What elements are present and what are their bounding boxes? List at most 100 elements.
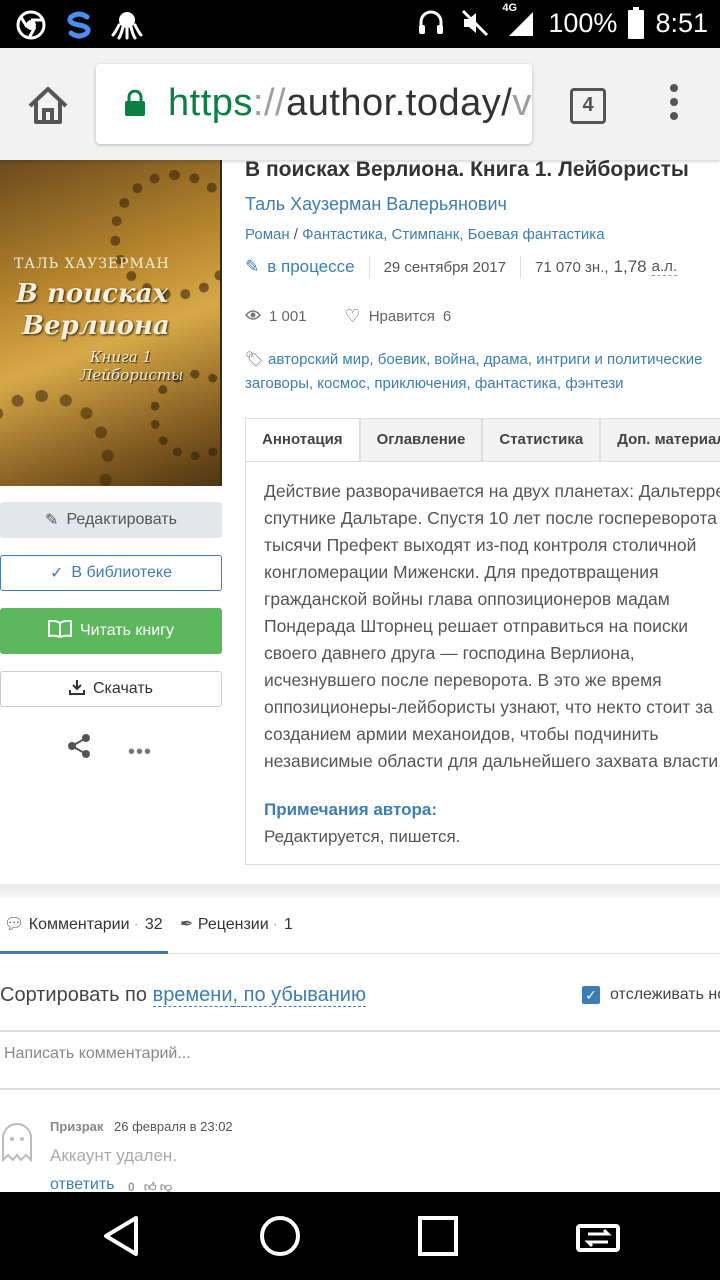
dot-separator: ·	[272, 916, 278, 933]
annotation-line: Пондерада Шторнец решает отправиться на …	[264, 616, 689, 636]
screen-rotate-icon[interactable]	[574, 1214, 620, 1258]
check-icon: ✓	[49, 565, 64, 582]
genre-type-link[interactable]: Роман	[245, 226, 290, 243]
divider	[0, 1030, 720, 1032]
signal-icon: 4G	[502, 2, 538, 40]
download-icon	[69, 679, 85, 700]
comment-date: 26 февраля в 23:02	[114, 1119, 233, 1134]
author-notes-title: Примечания автора:	[264, 800, 438, 819]
dot-separator: ·	[133, 916, 139, 933]
active-tab-indicator	[0, 951, 168, 954]
android-nav-bar	[0, 1192, 720, 1280]
url-host: author.today/	[286, 82, 513, 124]
annotation-line: тысячи Префект выходят из-под контроля с…	[264, 535, 697, 555]
tag-links-line1[interactable]: авторский мир, боевик, война, драма, инт…	[268, 351, 702, 368]
app-s-icon	[62, 8, 96, 42]
status-in-progress: в процессе	[267, 257, 355, 276]
book-cover[interactable]: ТАЛЬ ХАУЗЕРМАН В поисках Верлиона Книга …	[0, 160, 222, 486]
network-label: 4G	[502, 2, 518, 14]
reviews-label: Рецензии	[197, 916, 269, 933]
more-icon[interactable]: •••	[128, 741, 152, 764]
annotation-line: независимые области для дальнейшего захв…	[264, 751, 720, 771]
tab-contents[interactable]: Оглавление	[359, 418, 483, 462]
comment-input[interactable]: Написать комментарий...	[4, 1045, 191, 1063]
annotation-line: гражданской войны глава оппозиционеров м…	[264, 589, 670, 609]
sort-order-link[interactable]: по убыванию	[243, 984, 366, 1007]
url-scheme: https	[168, 82, 253, 124]
follow-label: отслеживать новые	[610, 986, 720, 1003]
tab-annotation[interactable]: Аннотация	[245, 418, 360, 462]
comments-count: 32	[144, 916, 163, 933]
genres: Роман / Фантастика, Стимпанк, Боевая фан…	[245, 226, 605, 243]
battery-icon	[627, 6, 645, 40]
cover-sub-line1: Книга 1	[90, 348, 152, 366]
tag-icon: 🏷	[245, 351, 265, 368]
in-library-button[interactable]: ✓ В библиотеке	[0, 555, 222, 591]
octopus-icon	[110, 8, 144, 42]
likes-count: 6	[442, 308, 452, 325]
divider	[0, 1088, 720, 1090]
sort-separator: ,	[232, 984, 244, 1007]
annotation-line: оппозиционеры-лейбористы узнают, что нек…	[264, 697, 713, 717]
cover-title-line2: Верлиона	[22, 311, 170, 341]
library-label: В библиотеке	[71, 564, 172, 581]
read-label: Читать книгу	[79, 622, 174, 639]
url-tail: v	[512, 82, 532, 124]
tab-comments[interactable]: 💬︎ Комментарии · 32	[4, 914, 163, 934]
headset-icon	[414, 6, 448, 40]
comments-label: Комментарии	[28, 916, 130, 933]
ghost-avatar-icon	[0, 1120, 34, 1164]
book-title: В поисках Верлиона. Книга 1. Лейбористы	[245, 158, 689, 181]
clock: 8:51	[655, 7, 708, 38]
publish-date: 29 сентября 2017	[383, 258, 506, 276]
tags: 🏷 авторский мир, боевик, война, драма, ин…	[245, 348, 720, 396]
book-status-row: ✎ в процессе 29 сентября 2017 71 070 зн.…	[245, 256, 678, 278]
book-author-link[interactable]: Таль Хаузерман Валерьянович	[245, 194, 507, 215]
home-nav-icon[interactable]	[258, 1214, 302, 1258]
pencil-icon: ✎	[45, 512, 59, 529]
annotation-line: Действие разворачивается на двух планета…	[264, 481, 720, 501]
status-bar: 4G 100% 8:51	[0, 0, 720, 48]
url-separator: ://	[252, 82, 287, 124]
sheet-count: 1,78	[613, 257, 647, 276]
annotation-line: исчезнувшего после переворота. В это же …	[264, 670, 662, 690]
likes-label[interactable]: Нравится	[369, 308, 435, 325]
comment-author[interactable]: Призрак	[50, 1119, 103, 1134]
share-icon[interactable]	[66, 733, 92, 759]
back-icon[interactable]	[100, 1214, 144, 1258]
chrome-icon	[14, 8, 48, 42]
url-bar[interactable]: https://author.today/v	[96, 64, 532, 144]
follow-checkbox[interactable]: ✓	[582, 986, 600, 1004]
download-label: Скачать	[93, 680, 153, 697]
annotation-line: созданием армии механоидов, чтобы подчин…	[264, 724, 659, 744]
comment-tabs: 💬︎ Комментарии · 32 ✒ Рецензии · 1	[0, 900, 720, 954]
sort-prefix: Сортировать по	[0, 984, 153, 1006]
cover-subtitle: Книга 1 Лейбористы	[80, 348, 183, 384]
lock-icon	[124, 89, 146, 116]
sort-control: Сортировать по времени, по убыванию	[0, 984, 366, 1007]
sort-by-time-link[interactable]: времени	[152, 984, 233, 1007]
follow-comments-toggle[interactable]: ✓ отслеживать новые	[582, 986, 720, 1004]
genre-links[interactable]: Фантастика, Стимпанк, Боевая фантастика	[302, 226, 604, 243]
edit-button[interactable]: ✎ Редактировать	[0, 502, 222, 538]
overflow-menu-icon[interactable]	[666, 84, 682, 128]
browser-toolbar: https://author.today/v 4	[0, 48, 720, 160]
genre-separator: /	[289, 226, 303, 243]
tab-reviews[interactable]: ✒ Рецензии · 1	[180, 914, 293, 934]
read-book-button[interactable]: Читать книгу	[0, 608, 222, 654]
divider	[368, 256, 370, 278]
tag-links-line2[interactable]: заговоры, космос, приключения, фантастик…	[245, 375, 623, 392]
tab-switcher-button[interactable]: 4	[570, 88, 606, 124]
heart-icon[interactable]: ♡	[345, 306, 361, 327]
home-icon[interactable]	[26, 84, 70, 128]
feather-icon: ✒	[180, 916, 194, 933]
annotation-text: Действие разворачивается на двух планета…	[264, 478, 720, 775]
tab-statistics[interactable]: Статистика	[482, 418, 601, 462]
char-count: 71 070 зн.,	[534, 258, 609, 276]
comments-icon: 💬︎	[4, 916, 25, 933]
recents-icon[interactable]	[416, 1214, 460, 1258]
mute-icon	[458, 6, 492, 40]
annotation-line: своего давнего друга — господина Верлион…	[264, 643, 635, 663]
tab-extra-materials[interactable]: Доп. материалы	[600, 418, 720, 462]
download-button[interactable]: Скачать	[0, 671, 222, 707]
